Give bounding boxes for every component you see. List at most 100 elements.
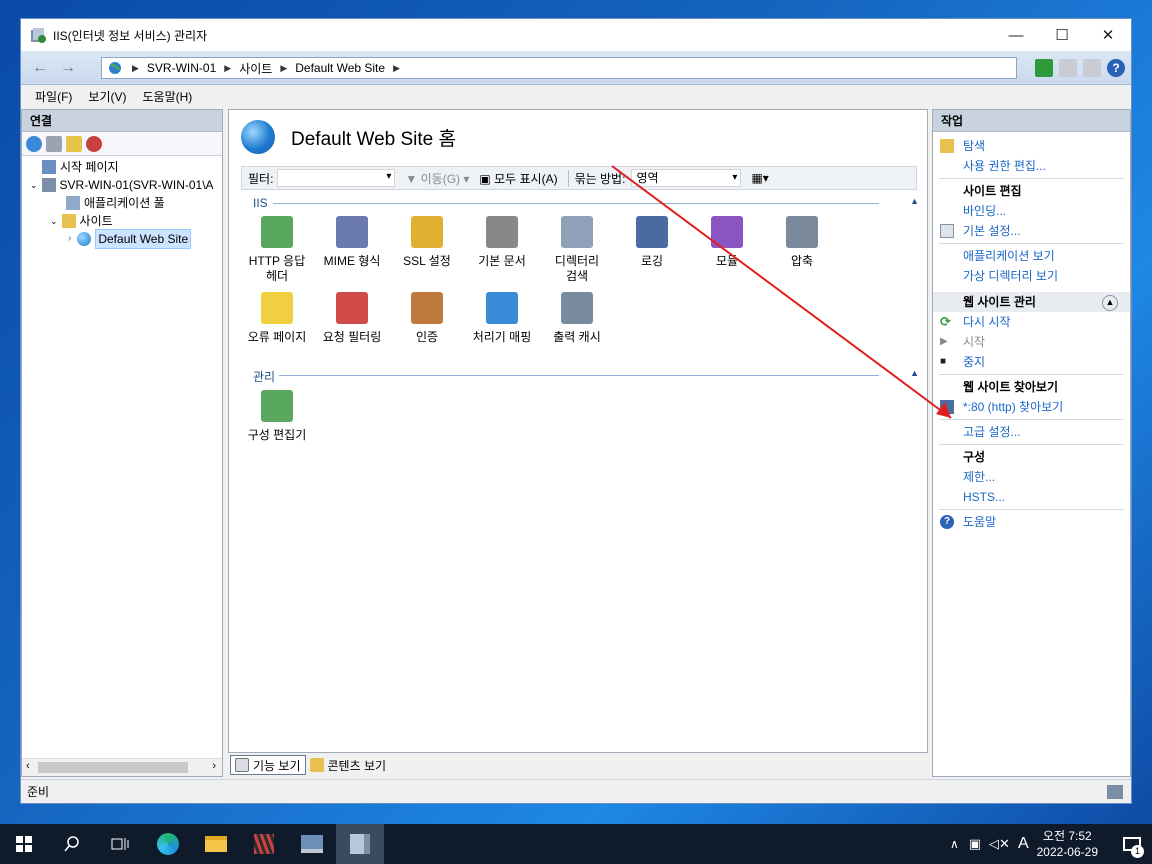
clock-date: 2022-06-29 (1036, 845, 1098, 859)
maximize-button[interactable]: ☐ (1039, 19, 1085, 51)
chevron-right-icon: › (68, 233, 72, 244)
connections-title: 연결 (22, 110, 222, 132)
app-pool-icon (66, 196, 80, 210)
search-button[interactable] (48, 824, 96, 864)
action-stop[interactable]: ■ 중지 (933, 352, 1130, 372)
feature-item[interactable]: 모듈 (689, 216, 765, 269)
network-icon[interactable]: ▣ (969, 836, 981, 852)
menu-file[interactable]: 파일(F) (35, 88, 72, 105)
action-start[interactable]: ▶ 시작 (933, 332, 1130, 352)
back-button[interactable]: ← (27, 58, 53, 78)
horizontal-scrollbar[interactable]: ‹ › (22, 758, 222, 776)
breadcrumb-default-site[interactable]: Default Web Site (295, 61, 385, 75)
collapse-icon[interactable]: ▲ (1102, 295, 1118, 311)
section-divider (273, 203, 879, 204)
action-edit-permissions[interactable]: 사용 권한 편집... (933, 156, 1130, 176)
windows-icon (16, 836, 32, 852)
tree-item-start-page[interactable]: 시작 페이지 (22, 158, 222, 176)
tab-features-view[interactable]: 기능 보기 (230, 755, 306, 775)
action-bindings[interactable]: 바인딩... (933, 201, 1130, 221)
actions-pane: 작업 탐색 사용 권한 편집... 사이트 편집 바인딩... 기본 설정...… (932, 109, 1131, 777)
divider (939, 509, 1124, 510)
action-basic-settings[interactable]: 기본 설정... (933, 221, 1130, 241)
breadcrumb-sites[interactable]: 사이트 (239, 60, 272, 77)
tree-item-sites[interactable]: ⌄ 사이트 (22, 212, 222, 230)
feature-icon (561, 216, 593, 248)
speaker-muted-icon[interactable]: ◁✕ (989, 836, 1010, 852)
task-view-button[interactable] (96, 824, 144, 864)
action-restart[interactable]: ⟳ 다시 시작 (933, 312, 1130, 332)
home-icon[interactable] (1083, 59, 1101, 77)
server-manager-button[interactable] (288, 824, 336, 864)
file-explorer-button[interactable] (192, 824, 240, 864)
feature-item[interactable]: 출력 캐시 (539, 292, 615, 345)
show-all-button[interactable]: ▣ 모두 표시(A) (479, 170, 557, 187)
feature-item[interactable]: 기본 문서 (464, 216, 540, 269)
winrar-button[interactable] (240, 824, 288, 864)
feature-item[interactable]: 구성 편집기 (239, 390, 315, 443)
iis-manager-taskbar-button[interactable] (336, 824, 384, 864)
feature-label: HTTP 응답 헤더 (248, 254, 306, 283)
refresh-icon[interactable] (1035, 59, 1053, 77)
breadcrumb-server[interactable]: SVR-WIN-01 (147, 61, 216, 75)
action-label: 시작 (963, 335, 986, 349)
close-button[interactable]: ✕ (1085, 19, 1131, 51)
tree-label: 사이트 (79, 214, 113, 228)
view-mode-button[interactable]: ▦▾ (751, 171, 768, 185)
action-help[interactable]: ? 도움말 (933, 512, 1130, 532)
disconnect-icon[interactable] (86, 135, 102, 152)
feature-item[interactable]: 압축 (764, 216, 840, 269)
ime-indicator[interactable]: A (1018, 835, 1029, 853)
scroll-left-icon[interactable]: ‹ (26, 760, 30, 772)
filter-input[interactable] (277, 169, 396, 187)
collapse-icon[interactable]: ▲ (910, 196, 919, 206)
connect-icon[interactable] (26, 135, 42, 152)
action-browse-80[interactable]: *:80 (http) 찾아보기 (933, 397, 1130, 417)
scrollbar-thumb[interactable] (38, 762, 188, 773)
help-icon[interactable]: ? (1107, 59, 1125, 77)
feature-item[interactable]: 처리기 매핑 (464, 292, 540, 345)
feature-item[interactable]: SSL 설정 (389, 216, 465, 269)
group-by-select[interactable]: 영역 (631, 169, 742, 187)
scroll-right-icon[interactable]: › (212, 760, 216, 772)
clock[interactable]: 오전 7:52 2022-06-29 (1037, 828, 1098, 860)
tab-label: 콘텐츠 보기 (327, 758, 387, 773)
address-bar[interactable]: ▶ SVR-WIN-01 ▶ 사이트 ▶ Default Web Site ▶ (101, 57, 1017, 79)
section-iis: IIS (253, 196, 268, 210)
chevron-up-icon[interactable]: ∧ (950, 837, 959, 851)
up-folder-icon[interactable] (66, 135, 82, 152)
feature-item[interactable]: 로깅 (614, 216, 690, 269)
start-button[interactable] (0, 824, 48, 864)
globe-icon (77, 232, 92, 246)
minimize-button[interactable]: — (993, 19, 1039, 51)
go-button[interactable]: ▼ 이동(G) ▾ (405, 170, 469, 187)
feature-item[interactable]: 오류 페이지 (239, 292, 315, 345)
edit-site-heading: 사이트 편집 (963, 184, 1022, 198)
tree-item-default-web-site[interactable]: › Default Web Site (22, 229, 222, 249)
tab-content-view[interactable]: 콘텐츠 보기 (306, 755, 391, 775)
action-explore[interactable]: 탐색 (933, 136, 1130, 156)
forward-button[interactable]: → (55, 58, 81, 78)
notification-button[interactable]: 1 (1112, 824, 1152, 864)
feature-item[interactable]: 요청 필터링 (314, 292, 390, 345)
action-advanced-settings[interactable]: 고급 설정... (933, 422, 1130, 442)
feature-item[interactable]: 디렉터리 검색 (539, 216, 615, 284)
menu-help[interactable]: 도움말(H) (142, 88, 192, 105)
action-view-virtual-dirs[interactable]: 가상 디렉터리 보기 (933, 266, 1130, 286)
feature-item[interactable]: 인증 (389, 292, 465, 345)
action-limits[interactable]: 제한... (933, 467, 1130, 487)
edge-button[interactable] (144, 824, 192, 864)
stop-icon[interactable] (1059, 59, 1077, 77)
folder-icon (205, 836, 227, 852)
feature-item[interactable]: HTTP 응답 헤더 (239, 216, 315, 284)
content-view-icon (309, 758, 324, 772)
feature-label: 인증 (415, 330, 439, 344)
action-hsts[interactable]: HSTS... (933, 487, 1130, 507)
tree-item-server[interactable]: ⌄ SVR-WIN-01(SVR-WIN-01\A (22, 176, 222, 194)
save-icon[interactable] (46, 135, 62, 152)
tree-item-app-pools[interactable]: 애플리케이션 풀 (22, 194, 222, 212)
menu-view[interactable]: 보기(V) (88, 88, 126, 105)
collapse-icon[interactable]: ▲ (910, 368, 919, 378)
feature-item[interactable]: MIME 형식 (314, 216, 390, 269)
action-view-applications[interactable]: 애플리케이션 보기 (933, 246, 1130, 266)
